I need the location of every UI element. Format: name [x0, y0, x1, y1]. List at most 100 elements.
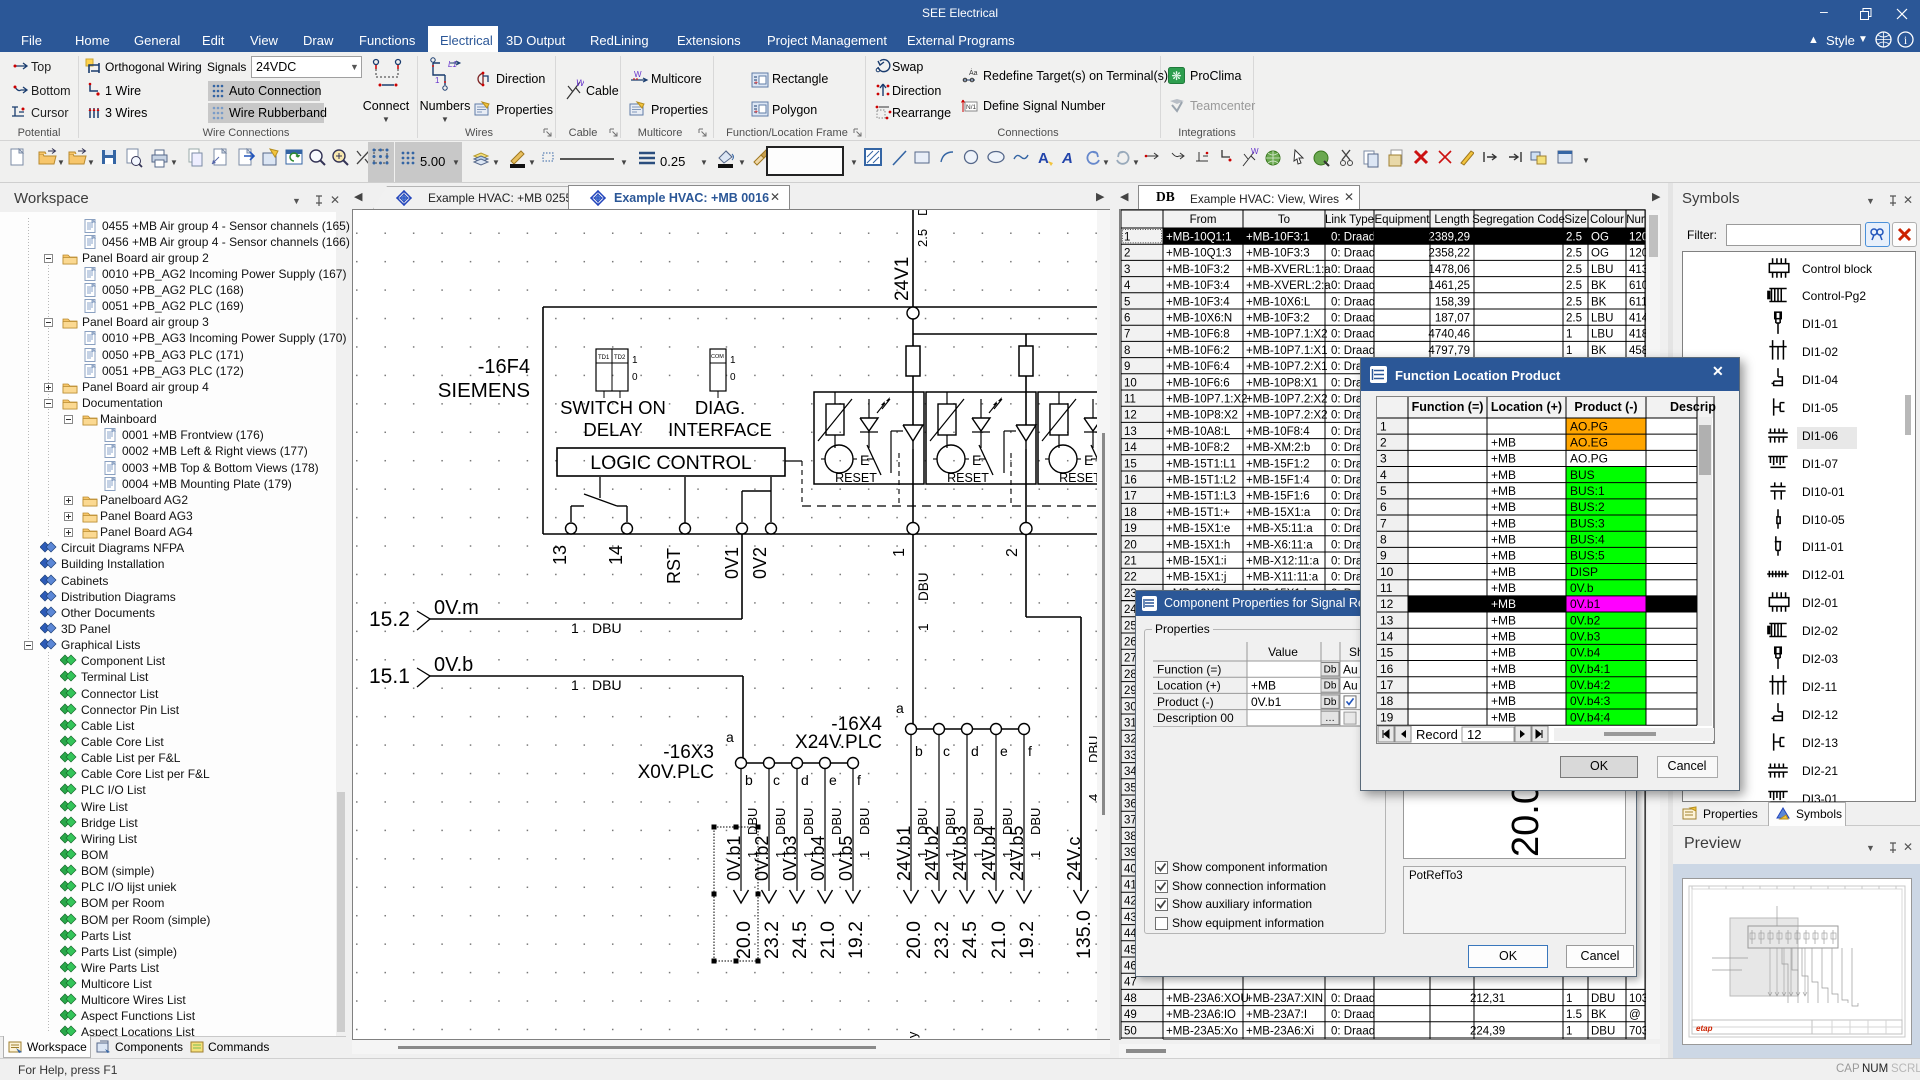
- svg-text:DBU: DBU: [801, 808, 816, 835]
- svg-text:4: 4: [1086, 794, 1097, 801]
- svg-text:1: 1: [1028, 851, 1043, 858]
- svg-text:Size: Size: [1564, 214, 1586, 226]
- svg-text:17: 17: [1380, 678, 1394, 692]
- svg-text:+MB-15X1:h: +MB-15X1:h: [1166, 539, 1230, 551]
- svg-text:e: e: [829, 772, 837, 788]
- svg-text:16: 16: [1124, 475, 1137, 487]
- svg-text:0V.b4: 0V.b4: [1570, 646, 1601, 660]
- svg-text:BUS:3: BUS:3: [1570, 516, 1605, 530]
- svg-text:+MB-23A7:I: +MB-23A7:I: [1246, 1009, 1307, 1021]
- svg-text:610: 610: [1629, 280, 1646, 292]
- svg-text:f: f: [857, 772, 861, 788]
- svg-text:18: 18: [1380, 694, 1394, 708]
- svg-text:DBU: DBU: [745, 808, 760, 835]
- svg-text:+MB-10X6:N: +MB-10X6:N: [1166, 313, 1232, 325]
- svg-text:24V.b5: 24V.b5: [1007, 826, 1027, 881]
- svg-text:W: W: [576, 78, 584, 88]
- svg-text:212,31: 212,31: [1470, 993, 1505, 1005]
- svg-text:DIAG.: DIAG.: [695, 397, 745, 418]
- svg-text:7: 7: [1124, 329, 1130, 341]
- svg-text:BK: BK: [1591, 296, 1607, 308]
- svg-text:+MB-23A6:IO: +MB-23A6:IO: [1166, 1009, 1236, 1021]
- svg-text:a: a: [896, 700, 904, 716]
- svg-text:+MB-15T1:L2: +MB-15T1:L2: [1166, 475, 1236, 487]
- svg-text:187,07: 187,07: [1435, 313, 1470, 325]
- svg-text:N/1: N/1: [966, 104, 977, 111]
- svg-text:AO.EG: AO.EG: [1570, 435, 1608, 449]
- svg-text:0: Draad: 0: Draad: [1331, 296, 1375, 308]
- svg-text:X0V.PLC: X0V.PLC: [638, 762, 714, 783]
- svg-text:+MB-10Q1:1: +MB-10Q1:1: [1166, 232, 1232, 244]
- svg-text:+MB: +MB: [1491, 500, 1516, 514]
- svg-text:+MB-10F6:6: +MB-10F6:6: [1166, 377, 1230, 389]
- svg-text:10: 10: [1380, 565, 1394, 579]
- svg-text:1: 1: [1124, 232, 1130, 244]
- svg-text:0V2: 0V2: [750, 547, 770, 579]
- svg-text:20: 20: [1124, 539, 1137, 551]
- svg-text:Db: Db: [1324, 697, 1337, 708]
- svg-text:+MB: +MB: [1491, 597, 1516, 611]
- svg-text:+MB-10F6:2: +MB-10F6:2: [1166, 345, 1230, 357]
- svg-text:COM: COM: [711, 354, 724, 360]
- svg-text:+MB-15X1:a: +MB-15X1:a: [1246, 507, 1311, 519]
- svg-text:1.5: 1.5: [1566, 1009, 1582, 1021]
- svg-text:47: 47: [1124, 977, 1137, 989]
- svg-text:W: W: [634, 70, 642, 79]
- svg-text:Record: Record: [1416, 727, 1458, 742]
- svg-text:etap: etap: [1696, 1024, 1713, 1033]
- svg-text:Au: Au: [1343, 663, 1358, 677]
- svg-text:d: d: [801, 772, 809, 788]
- svg-text:DBU: DBU: [1086, 736, 1097, 763]
- svg-text:BUS:1: BUS:1: [1570, 484, 1605, 498]
- svg-text:+MB-X5:11:a: +MB-X5:11:a: [1246, 523, 1313, 535]
- svg-text:3: 3: [1380, 452, 1387, 466]
- svg-text:+MB-10F8:2: +MB-10F8:2: [1166, 442, 1230, 454]
- svg-text:Function (=): Function (=): [1157, 663, 1221, 677]
- svg-text:@: @: [1629, 1009, 1641, 1021]
- svg-text:❋: ❋: [1171, 69, 1181, 83]
- svg-text:+MB-15F1:2: +MB-15F1:2: [1246, 458, 1310, 470]
- svg-text:2.5: 2.5: [1566, 248, 1582, 260]
- svg-text:5: 5: [1380, 484, 1387, 498]
- svg-text:6: 6: [1380, 500, 1387, 514]
- svg-text:c: c: [773, 772, 780, 788]
- svg-text:0: 0: [730, 372, 736, 383]
- svg-text:INTERFACE: INTERFACE: [668, 419, 772, 440]
- svg-text:21: 21: [1124, 556, 1137, 568]
- svg-text:+MB: +MB: [1491, 710, 1516, 724]
- svg-text:9: 9: [1124, 361, 1130, 373]
- svg-text:0: Draad: 0: Draad: [1331, 232, 1375, 244]
- svg-text:14: 14: [1380, 630, 1394, 644]
- svg-text:+MB: +MB: [1491, 613, 1516, 627]
- svg-text:13: 13: [1380, 613, 1394, 627]
- svg-text:+MB-10P7.1:X2: +MB-10P7.1:X2: [1166, 394, 1248, 406]
- svg-text:+MB-15T1:+: +MB-15T1:+: [1166, 507, 1230, 519]
- svg-text:DBU: DBU: [592, 677, 622, 693]
- svg-text:20.0: 20.0: [733, 921, 755, 959]
- svg-text:BK: BK: [1591, 1009, 1607, 1021]
- svg-text:+MB: +MB: [1491, 678, 1516, 692]
- svg-text:BUS:2: BUS:2: [1570, 500, 1605, 514]
- svg-text:0V.b: 0V.b: [1570, 581, 1594, 595]
- svg-text:458: 458: [1629, 345, 1646, 357]
- svg-text:+MB-10F6:8: +MB-10F6:8: [1166, 329, 1230, 341]
- svg-text:+MB-23A6:Xi: +MB-23A6:Xi: [1246, 1025, 1314, 1037]
- svg-text:BK: BK: [1591, 280, 1607, 292]
- svg-text:7: 7: [1380, 516, 1387, 530]
- svg-text:+MB-10P7.1:X2: +MB-10P7.1:X2: [1246, 329, 1328, 341]
- svg-text:24V.b3: 24V.b3: [950, 826, 970, 881]
- svg-text:Segregation Code: Segregation Code: [1472, 214, 1565, 226]
- svg-text:Link Type: Link Type: [1325, 214, 1374, 226]
- svg-text:+MB-10Q1:3: +MB-10Q1:3: [1166, 248, 1232, 260]
- svg-text:49: 49: [1124, 1009, 1137, 1021]
- svg-text:TD1: TD1: [598, 355, 610, 361]
- svg-text:+MB-15F1:6: +MB-15F1:6: [1246, 491, 1310, 503]
- svg-text:2: 2: [1124, 248, 1130, 260]
- svg-text:RESET: RESET: [947, 471, 989, 485]
- svg-text:0V.b4:3: 0V.b4:3: [1570, 694, 1611, 708]
- svg-text:BK: BK: [1591, 345, 1607, 357]
- svg-text:E: E: [972, 452, 981, 468]
- svg-text:AO.PG: AO.PG: [1570, 419, 1608, 433]
- svg-text:0: Draad: 0: Draad: [1331, 993, 1375, 1005]
- svg-text:X24V.PLC: X24V.PLC: [795, 732, 882, 753]
